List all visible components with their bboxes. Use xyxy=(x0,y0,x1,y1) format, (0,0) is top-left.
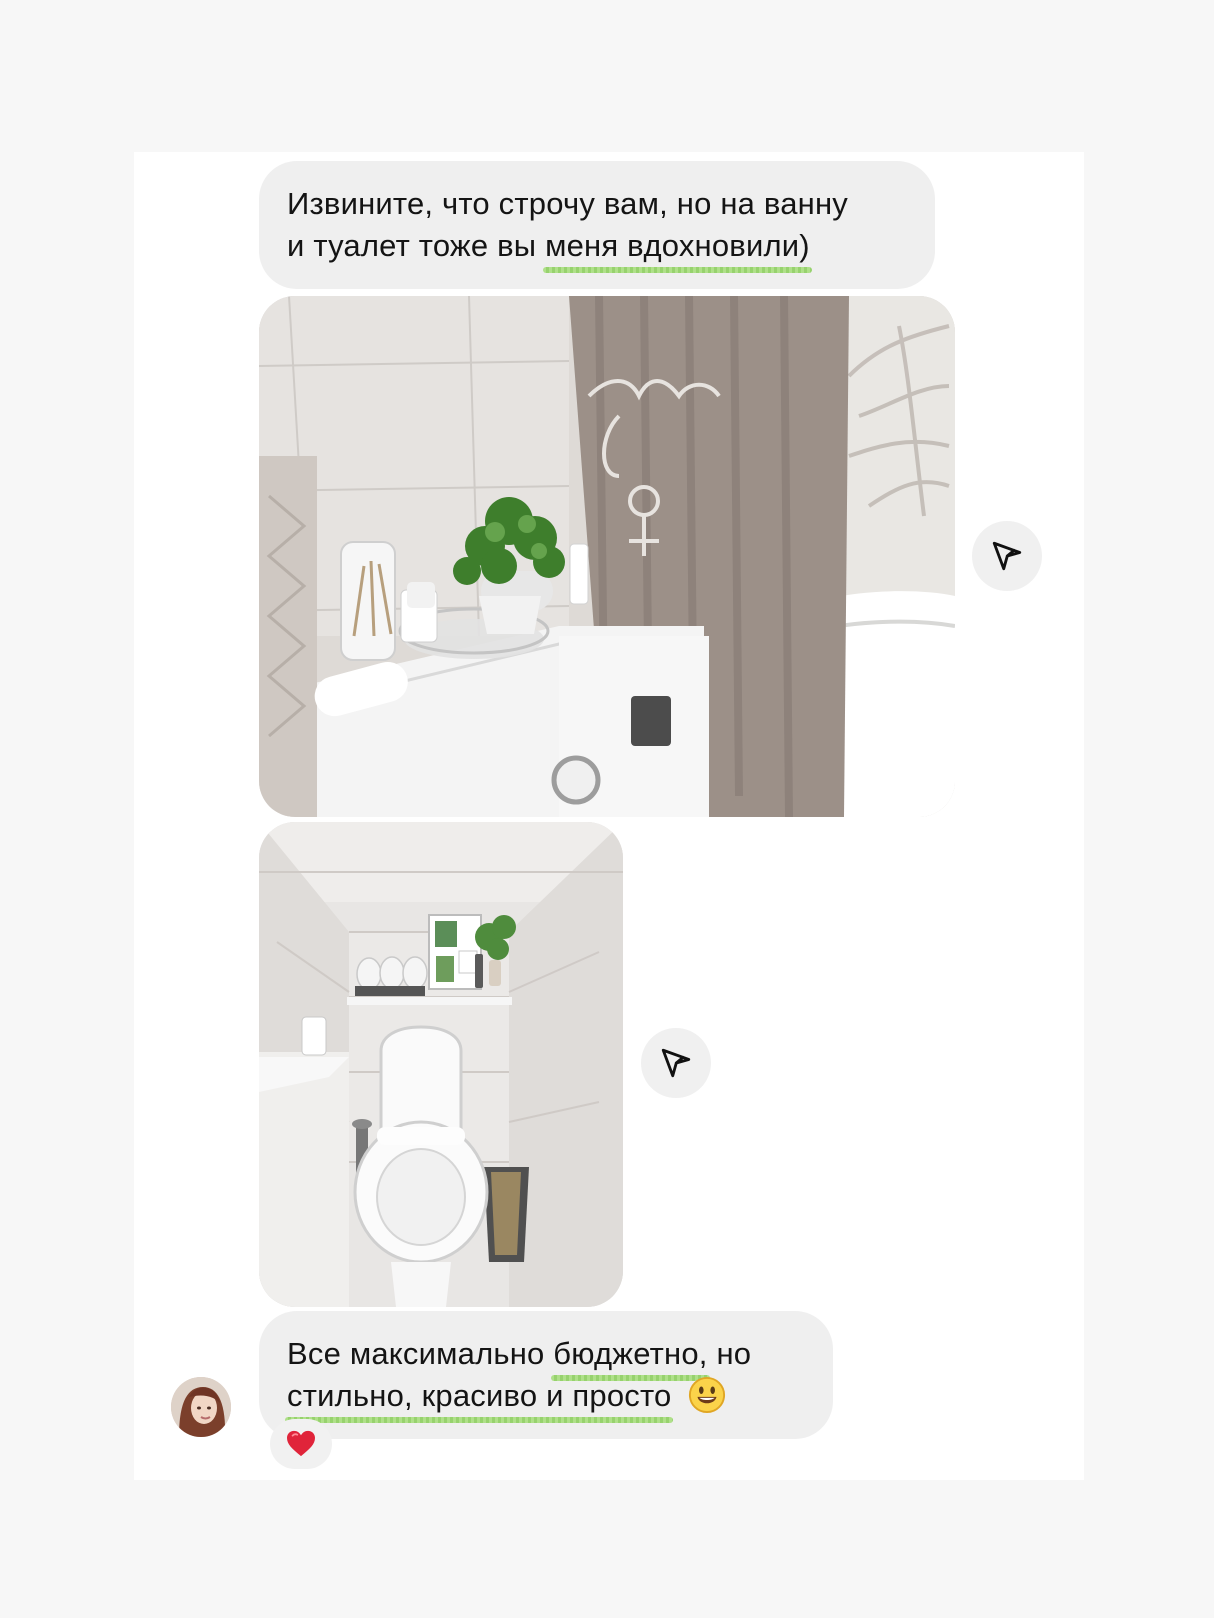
toilet-image xyxy=(259,822,623,1307)
bathroom-photo[interactable] xyxy=(259,296,955,817)
bathroom-image xyxy=(259,296,955,817)
message-text: Все максимально xyxy=(287,1336,554,1371)
share-button[interactable] xyxy=(641,1028,711,1098)
highlighted-text: стильно, красиво и просто xyxy=(284,1375,674,1423)
send-icon xyxy=(992,541,1022,571)
avatar[interactable] xyxy=(171,1377,231,1437)
share-button[interactable] xyxy=(972,521,1042,591)
heart-icon xyxy=(287,1430,315,1457)
message-bubble[interactable]: Извините, что строчу вам, но на ванну и … xyxy=(259,161,935,289)
message-line: Все максимально бюджетно, но xyxy=(287,1333,752,1381)
avatar-image xyxy=(171,1377,231,1437)
message-line: и туалет тоже вы меня вдохновили) xyxy=(287,225,812,273)
send-icon xyxy=(661,1048,691,1078)
chat-thread: Извините, что строчу вам, но на ванну и … xyxy=(134,152,1084,1480)
highlighted-text: бюджетно, xyxy=(551,1333,710,1381)
message-line: стильно, красиво и просто xyxy=(284,1375,726,1423)
highlighted-text: меня вдохновили) xyxy=(543,225,812,273)
toilet-photo[interactable] xyxy=(259,822,623,1307)
reaction-badge[interactable] xyxy=(270,1419,332,1469)
smiley-icon xyxy=(689,1376,726,1414)
message-text: и туалет тоже вы xyxy=(287,228,546,263)
message-line: Извините, что строчу вам, но на ванну xyxy=(287,186,848,221)
message-bubble[interactable]: Все максимально бюджетно, но стильно, кр… xyxy=(259,1311,833,1439)
message-text: но xyxy=(707,1336,752,1371)
